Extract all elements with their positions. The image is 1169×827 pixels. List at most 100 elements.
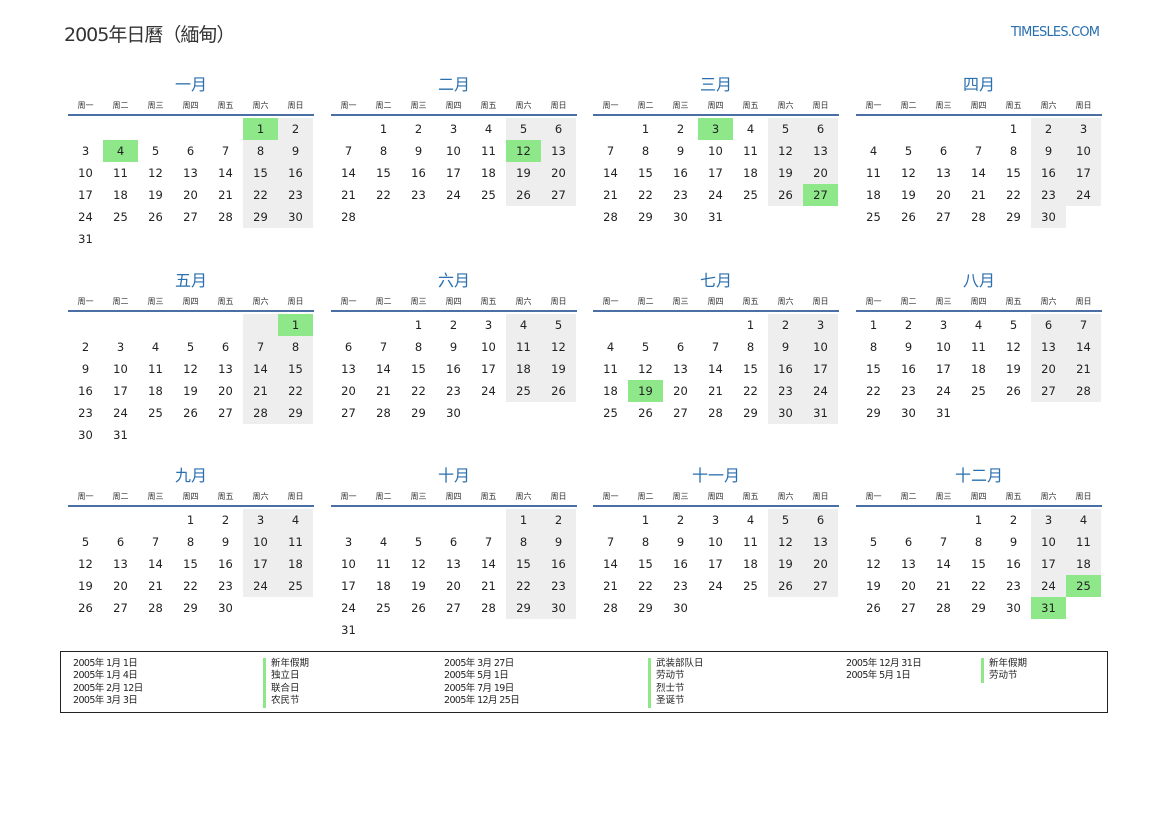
- empty-cell: [926, 509, 961, 531]
- day-cell: 7: [484, 535, 493, 549]
- weekday-label: 周三: [147, 492, 164, 501]
- weekday-label: 周六: [252, 492, 269, 501]
- day-cell: 21: [218, 188, 233, 202]
- day-cell: 31: [78, 232, 93, 246]
- day-cell: 11: [743, 535, 758, 549]
- weekday-label: 周一: [340, 101, 357, 110]
- day-grid: 1 2 3 4 5 6 7 8 9 10 11 12 13 14 15 16 17 18 19 20 21 22 23 24 2…: [331, 116, 577, 228]
- day-cell: 12: [768, 140, 803, 162]
- weekday-label: 周四: [707, 297, 724, 306]
- day-cell: 23: [1031, 184, 1066, 206]
- empty-cell: [208, 314, 243, 336]
- day-cell: 12: [901, 166, 916, 180]
- weekday-label: 周二: [900, 297, 917, 306]
- day-cell: 26: [183, 406, 198, 420]
- day-cell: 21: [341, 188, 356, 202]
- day-cell: 21: [481, 579, 496, 593]
- day-cell: 16: [541, 553, 576, 575]
- site-link[interactable]: TIMESLES.COM: [1011, 25, 1100, 40]
- weekday-label: 周二: [900, 101, 917, 110]
- day-cell: 1: [186, 513, 195, 527]
- day-cell: 26: [541, 380, 576, 402]
- month-title: 十二月: [954, 466, 1003, 485]
- day-cell: 8: [746, 340, 755, 354]
- day-cell: 20: [673, 384, 688, 398]
- day-cell: 23: [768, 380, 803, 402]
- day-cell: 25: [971, 384, 986, 398]
- weekday-label: 周一: [602, 101, 619, 110]
- holiday-dates-col1: 2005年 1月 1日 2005年 1月 4日 2005年 2月 12日 200…: [73, 658, 143, 708]
- day-cell: 22: [183, 579, 198, 593]
- weekday-header: 周一 周二 周三 周四 周五 周六 周日: [68, 489, 314, 507]
- holiday-name: 圣诞节: [648, 695, 704, 708]
- day-cell: 5: [506, 118, 541, 140]
- day-cell: 22: [638, 579, 653, 593]
- weekday-label: 周六: [777, 297, 794, 306]
- day-cell: 29: [506, 597, 541, 619]
- day-cell: 9: [81, 362, 90, 376]
- weekday-label: 周一: [865, 101, 882, 110]
- day-cell: 26: [1006, 384, 1021, 398]
- holiday-date: 2005年 5月 1日: [444, 670, 509, 682]
- month-title: 十一月: [691, 466, 740, 485]
- day-cell: 30: [1031, 206, 1066, 228]
- day-cell: 14: [243, 358, 278, 380]
- day-cell: 13: [218, 362, 233, 376]
- weekday-label: 周日: [812, 297, 829, 306]
- day-cell: 15: [376, 166, 391, 180]
- holiday-name: 联合日: [263, 682, 309, 696]
- day-cell: 28: [936, 601, 951, 615]
- day-cell: 18: [506, 358, 541, 380]
- day-cell: 15: [638, 557, 653, 571]
- day-cell: 24: [1031, 575, 1066, 597]
- day-cell: 28: [603, 601, 618, 615]
- weekday-label: 周三: [410, 101, 427, 110]
- weekday-label: 周六: [1040, 297, 1057, 306]
- holiday-name: 新年假期: [981, 658, 1027, 671]
- day-cell: 16: [78, 384, 93, 398]
- day-cell: 5: [81, 535, 90, 549]
- weekday-label: 周一: [340, 297, 357, 306]
- day-cell: 27: [446, 601, 461, 615]
- weekday-label: 周日: [812, 492, 829, 501]
- day-cell: 26: [78, 601, 93, 615]
- holiday-date: 2005年 12月 31日: [846, 658, 922, 669]
- day-cell: 7: [711, 340, 720, 354]
- day-cell: 25: [866, 210, 881, 224]
- day-cell: 9: [676, 535, 685, 549]
- day-cell: 2: [81, 340, 90, 354]
- weekday-label: 周三: [672, 297, 689, 306]
- day-cell: 24: [481, 384, 496, 398]
- day-cell: 5: [768, 509, 803, 531]
- weekday-label: 周二: [112, 297, 129, 306]
- weekday-label: 周六: [515, 101, 532, 110]
- day-cell: 17: [803, 358, 838, 380]
- empty-cell: [961, 118, 996, 140]
- day-cell: 3: [1066, 118, 1101, 140]
- day-cell: 27: [1031, 380, 1066, 402]
- day-cell: 27: [183, 210, 198, 224]
- empty-cell: [891, 118, 926, 140]
- day-cell: 10: [1066, 140, 1101, 162]
- day-cell: 1: [974, 513, 983, 527]
- day-cell: 24: [243, 575, 278, 597]
- day-cell: 12: [78, 557, 93, 571]
- day-cell: 4: [278, 509, 313, 531]
- day-cell: 6: [904, 535, 913, 549]
- day-cell: 4: [746, 122, 755, 136]
- day-cell: 9: [414, 144, 423, 158]
- day-cell: 13: [1031, 336, 1066, 358]
- weekday-label: 周二: [375, 492, 392, 501]
- month-title: 五月: [174, 271, 207, 290]
- day-cell: 18: [148, 384, 163, 398]
- day-cell: 6: [116, 535, 125, 549]
- day-cell: 19: [506, 162, 541, 184]
- day-cell: 10: [708, 144, 723, 158]
- day-cell: 31: [113, 428, 128, 442]
- holiday-date: 2005年 3月 3日: [73, 695, 138, 707]
- day-cell: 20: [803, 162, 838, 184]
- empty-cell: [103, 314, 138, 336]
- day-cell: 12: [1006, 340, 1021, 354]
- day-cell: 14: [1066, 336, 1101, 358]
- day-grid: 1 2 3 4 5 6 7 8 9 10 11 12 13 14 15 16 17 18 19 20 21 22 23 24 2…: [593, 507, 839, 619]
